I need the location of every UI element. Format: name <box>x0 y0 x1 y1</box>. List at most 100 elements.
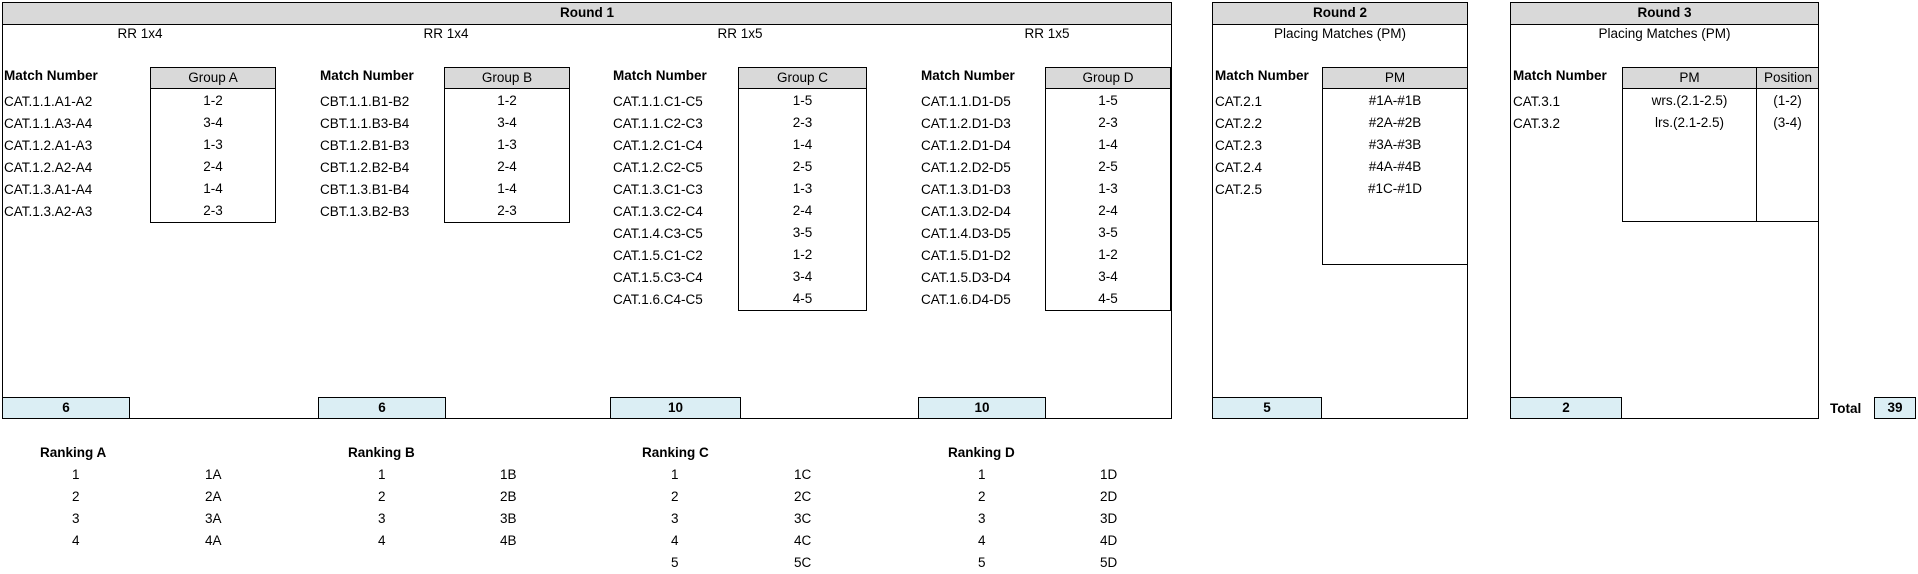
ranking-position: 3 <box>378 511 386 526</box>
match-count: 10 <box>610 397 741 419</box>
match-number: CAT.1.3.C1-C3 <box>613 182 703 197</box>
ranking-entry: 3D <box>1100 511 1118 526</box>
pair-cell: 1-3 <box>1098 181 1118 196</box>
match-number: CAT.1.3.C2-C4 <box>613 204 703 219</box>
ranking-position: 4 <box>671 533 679 548</box>
match-number: CAT.1.5.C3-C4 <box>613 270 703 285</box>
ranking-position: 2 <box>378 489 386 504</box>
pair-cell: 2-3 <box>497 203 517 218</box>
match-number-header: Match Number <box>4 68 98 83</box>
ranking-entry: 2D <box>1100 489 1118 504</box>
pm-cell: #1A-#1B <box>1368 93 1422 108</box>
ranking-entry: 3C <box>794 511 812 526</box>
ranking-position: 3 <box>72 511 80 526</box>
pair-cell: 2-4 <box>1098 203 1118 218</box>
match-number: CAT.1.1.A1-A2 <box>4 94 93 109</box>
ranking-entry: 1C <box>794 467 812 482</box>
pair-cell: 1-4 <box>1098 137 1118 152</box>
pair-cell: 1-2 <box>203 93 223 108</box>
match-number: CAT.1.5.D3-D4 <box>921 270 1011 285</box>
group-column: Group C 1-5 2-3 1-4 2-5 1-3 2-4 3-5 1-2 3-4 4-5 <box>738 67 867 311</box>
ranking-entry: 5D <box>1100 555 1118 570</box>
match-number: CBT.1.1.B3-B4 <box>320 116 410 131</box>
pm-cell: #2A-#2B <box>1368 115 1422 130</box>
match-number-header: Match Number <box>1513 68 1607 83</box>
ranking-title: Ranking C <box>642 445 709 460</box>
ranking-position: 3 <box>671 511 679 526</box>
group-column: Group A 1-2 3-4 1-3 2-4 1-4 2-3 <box>150 67 276 223</box>
ranking-entry: 4A <box>205 533 222 548</box>
round3-subtitle: Placing Matches (PM) <box>1598 26 1731 41</box>
ranking-title: Ranking D <box>948 445 1015 460</box>
ranking-entry: 2C <box>794 489 812 504</box>
match-count: 6 <box>318 397 446 419</box>
group-subtitle: RR 1x5 <box>717 26 763 41</box>
match-number: CAT.1.2.C2-C5 <box>613 160 703 175</box>
pm-cell: #3A-#3B <box>1368 137 1422 152</box>
round2-subtitle: Placing Matches (PM) <box>1273 26 1407 41</box>
position-cell: (3-4) <box>1773 115 1802 130</box>
match-number: CBT.1.2.B2-B4 <box>320 160 410 175</box>
match-number-header: Match Number <box>320 68 414 83</box>
match-number: CAT.1.3.A2-A3 <box>4 204 93 219</box>
total-value: 39 <box>1874 397 1916 419</box>
group-column-header: Group B <box>445 68 569 89</box>
round3-title: Round 3 <box>1511 3 1818 25</box>
group-column: Group D 1-5 2-3 1-4 2-5 1-3 2-4 3-5 1-2 3-4 4-5 <box>1045 67 1171 311</box>
match-number: CBT.1.3.B2-B3 <box>320 204 410 219</box>
match-number: CAT.1.4.D3-D5 <box>921 226 1011 241</box>
pair-cell: 1-3 <box>497 137 517 152</box>
ranking-position: 1 <box>378 467 386 482</box>
pm-header-label: PM <box>1679 70 1700 85</box>
pair-cell: 1-2 <box>792 247 813 262</box>
pair-cell: 1-3 <box>792 181 813 196</box>
pair-cell: 2-5 <box>792 159 813 174</box>
pm-column-header: PM <box>1323 68 1467 89</box>
pair-cell: 2-3 <box>1098 115 1118 130</box>
pm-column: PM #1A-#1B #2A-#2B #3A-#3B #4A-#4B #1C-#1D <box>1322 67 1468 265</box>
round2-title: Round 2 <box>1213 3 1467 25</box>
pm-column-header: PM Position <box>1623 68 1818 89</box>
ranking-entry: 4D <box>1100 533 1118 548</box>
pair-cell: 4-5 <box>792 291 813 306</box>
match-number: CAT.1.3.D2-D4 <box>921 204 1011 219</box>
pair-cell: 1-2 <box>1098 247 1118 262</box>
match-number: CAT.3.2 <box>1513 116 1561 131</box>
match-number: CAT.1.4.C3-C5 <box>613 226 703 241</box>
pair-cell: 2-4 <box>792 203 813 218</box>
pair-cell: 1-4 <box>497 181 517 196</box>
ranking-position: 5 <box>671 555 679 570</box>
pair-cell: 2-4 <box>497 159 517 174</box>
match-number: CBT.1.3.B1-B4 <box>320 182 410 197</box>
ranking-position: 4 <box>378 533 386 548</box>
pair-cell: 2-5 <box>1098 159 1118 174</box>
match-number: CAT.2.1 <box>1215 94 1263 109</box>
pair-cell: 3-4 <box>203 115 223 130</box>
pair-cell: 4-5 <box>1098 291 1118 306</box>
pair-cell: 1-5 <box>1098 93 1118 108</box>
ranking-entry: 3A <box>205 511 222 526</box>
ranking-entry: 1A <box>205 467 222 482</box>
pm-cell: wrs.(2.1-2.5) <box>1651 93 1728 108</box>
ranking-position: 2 <box>978 489 986 504</box>
match-number-header: Match Number <box>921 68 1015 83</box>
ranking-entry: 4B <box>500 533 517 548</box>
ranking-position: 1 <box>978 467 986 482</box>
group-column-header: Group D <box>1046 68 1170 89</box>
pair-cell: 3-5 <box>792 225 813 240</box>
match-number: CAT.1.2.D1-D3 <box>921 116 1011 131</box>
ranking-entry: 2B <box>500 489 517 504</box>
match-number-header: Match Number <box>613 68 707 83</box>
ranking-position: 4 <box>72 533 80 548</box>
pair-cell: 2-3 <box>203 203 223 218</box>
pair-cell: 3-4 <box>1098 269 1118 284</box>
position-header-label: Position <box>1763 70 1813 85</box>
pair-cell: 1-4 <box>203 181 223 196</box>
pair-cell: 1-2 <box>497 93 517 108</box>
match-number: CAT.1.2.A2-A4 <box>4 160 93 175</box>
match-number: CAT.1.2.D2-D5 <box>921 160 1011 175</box>
pair-cell: 1-4 <box>792 137 813 152</box>
match-number: CBT.1.1.B1-B2 <box>320 94 410 109</box>
ranking-entry: 3B <box>500 511 517 526</box>
match-number: CAT.1.6.C4-C5 <box>613 292 703 307</box>
